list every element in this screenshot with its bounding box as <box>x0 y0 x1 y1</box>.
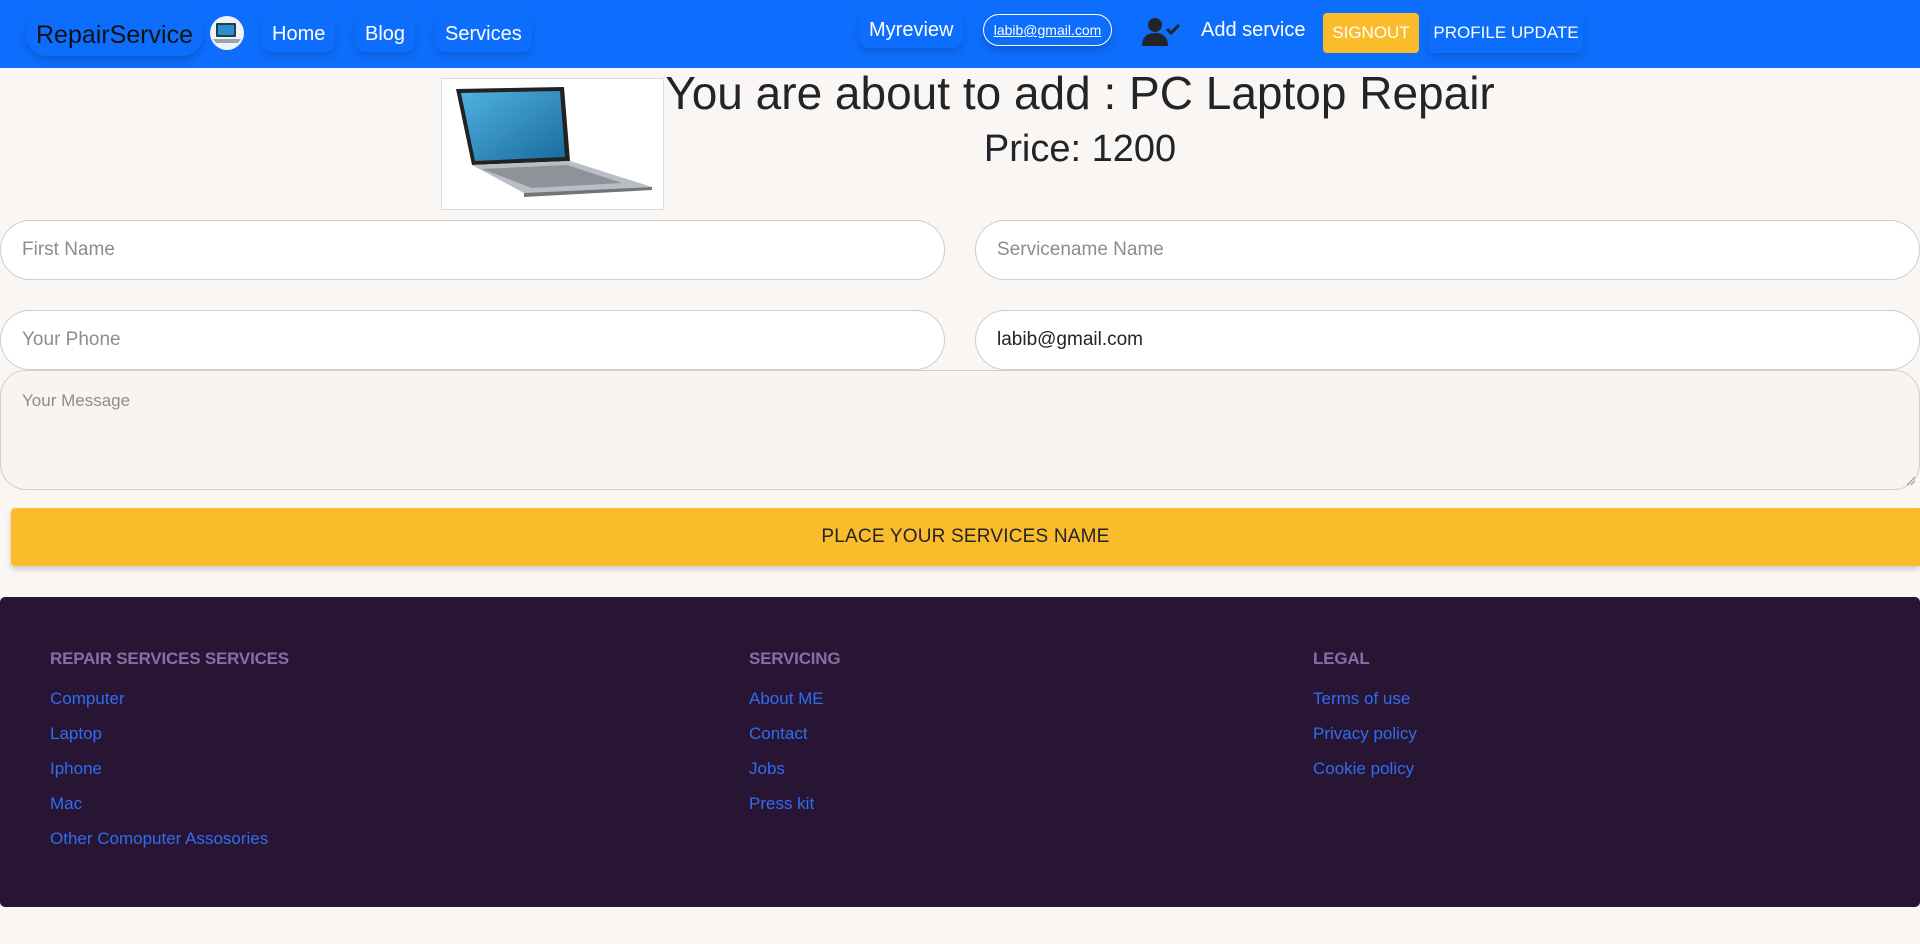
top-navbar: RepairService Home Blog Services Myrevie… <box>0 0 1920 68</box>
nav-services-link[interactable]: Services <box>435 16 532 52</box>
footer-heading: REPAIR SERVICES SERVICES <box>50 649 289 668</box>
user-email-badge[interactable]: labib@gmail.com <box>983 14 1112 46</box>
page-title: You are about to add : PC Laptop Repair <box>665 67 1495 119</box>
footer-column-legal: LEGAL Terms of use Privacy policy Cookie… <box>1313 649 1417 792</box>
resize-grip-icon[interactable] <box>1906 476 1916 486</box>
phone-input[interactable]: Your Phone <box>0 310 945 370</box>
laptop-logo-icon[interactable] <box>210 16 244 50</box>
nav-blog-link[interactable]: Blog <box>355 16 415 52</box>
message-placeholder: Your Message <box>22 391 131 410</box>
footer-link-terms[interactable]: Terms of use <box>1313 687 1417 722</box>
nav-home-link[interactable]: Home <box>262 16 335 52</box>
footer-link-jobs[interactable]: Jobs <box>749 757 840 792</box>
email-input[interactable]: labib@gmail.com <box>975 310 1920 370</box>
user-check-icon <box>1142 16 1181 48</box>
footer-link-mac[interactable]: Mac <box>50 792 289 827</box>
footer-link-privacy[interactable]: Privacy policy <box>1313 722 1417 757</box>
message-textarea[interactable]: Your Message <box>0 370 1920 490</box>
footer-heading: SERVICING <box>749 649 841 668</box>
add-service-link[interactable]: Add service <box>1201 16 1306 44</box>
footer-heading: LEGAL <box>1313 649 1370 668</box>
brand-link[interactable]: RepairService <box>26 14 203 56</box>
first-name-input[interactable]: First Name <box>0 220 945 280</box>
footer-link-about[interactable]: About ME <box>749 687 840 722</box>
laptop-thumbnail <box>441 78 664 210</box>
footer-link-accessories[interactable]: Other Comoputer Assosories <box>50 827 289 862</box>
profile-update-button[interactable]: PROFILE UPDATE <box>1429 13 1583 53</box>
service-price: Price: 1200 <box>983 128 1177 170</box>
site-footer: REPAIR SERVICES SERVICES Computer Laptop… <box>0 597 1920 907</box>
footer-link-computer[interactable]: Computer <box>50 687 289 722</box>
signout-button[interactable]: SIGNOUT <box>1323 13 1419 53</box>
footer-link-press-kit[interactable]: Press kit <box>749 792 840 827</box>
footer-link-iphone[interactable]: Iphone <box>50 757 289 792</box>
footer-link-laptop[interactable]: Laptop <box>50 722 289 757</box>
nav-myreview-link[interactable]: Myreview <box>859 12 963 48</box>
footer-column-servicing: SERVICING About ME Contact Jobs Press ki… <box>749 649 841 827</box>
service-name-input[interactable]: Servicename Name <box>975 220 1920 280</box>
footer-column-services: REPAIR SERVICES SERVICES Computer Laptop… <box>50 649 289 862</box>
footer-link-contact[interactable]: Contact <box>749 722 840 757</box>
place-service-button[interactable]: PLACE YOUR SERVICES NAME <box>11 508 1920 566</box>
footer-link-cookie[interactable]: Cookie policy <box>1313 757 1417 792</box>
